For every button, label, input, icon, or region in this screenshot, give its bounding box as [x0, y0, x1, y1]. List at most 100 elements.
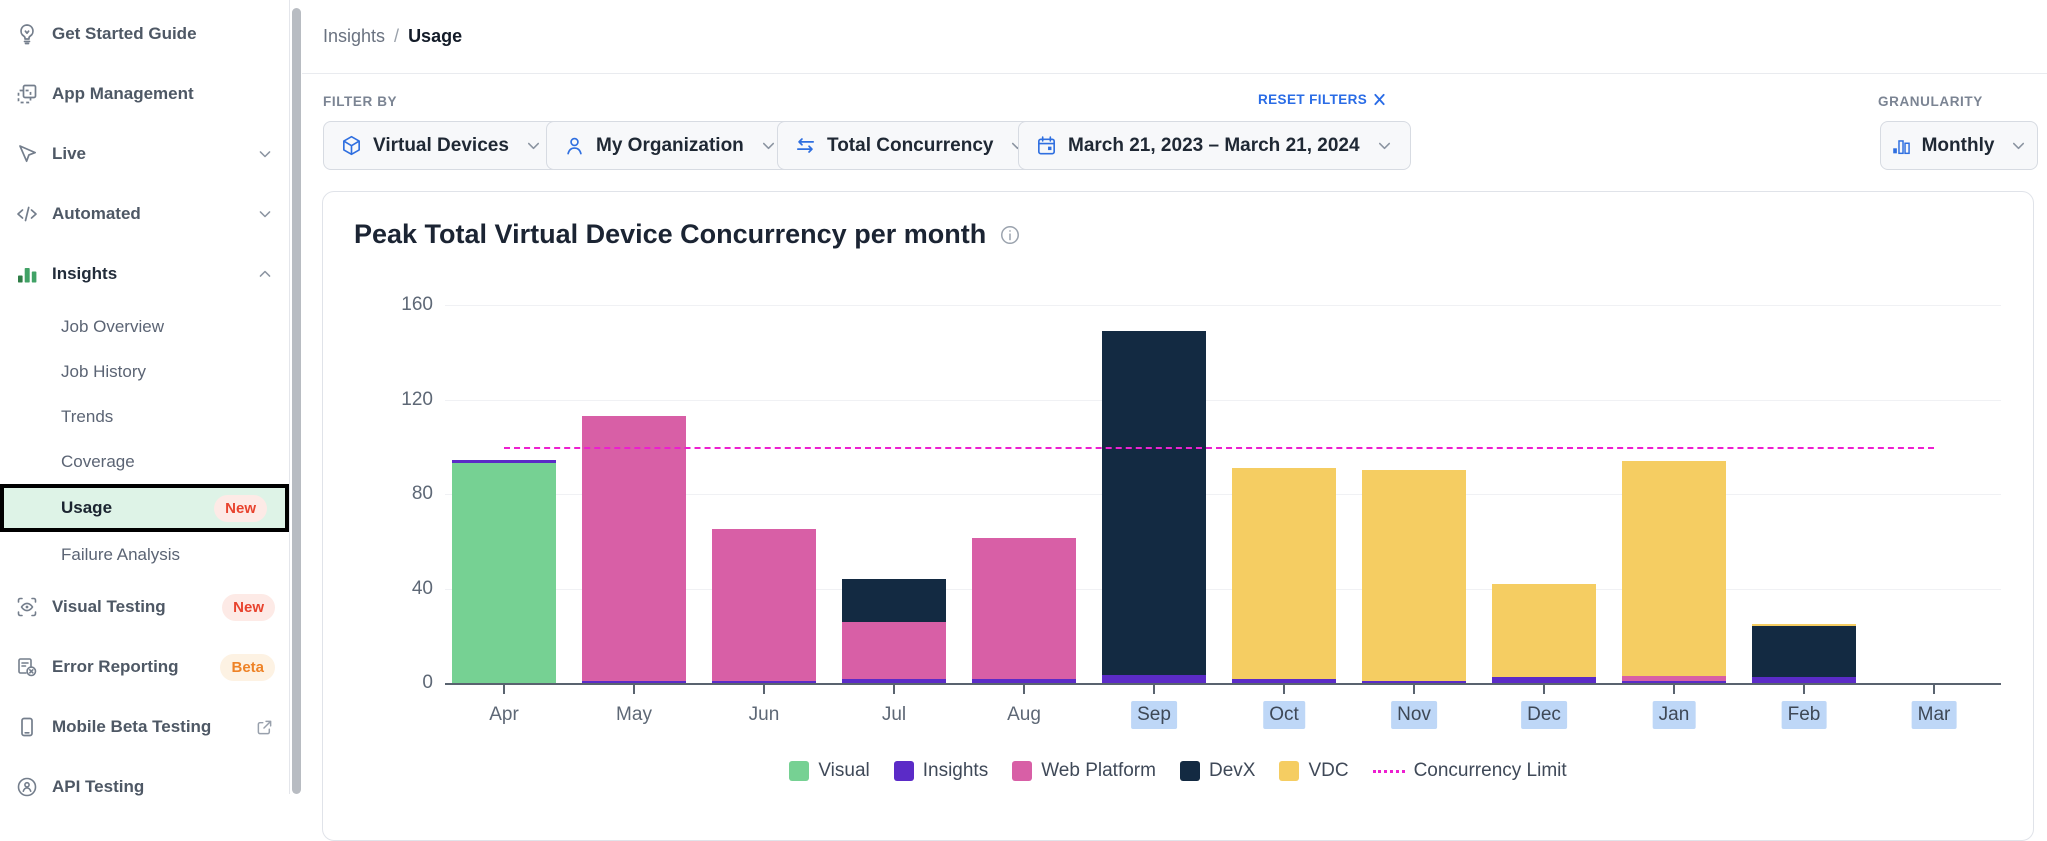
- sidebar-subitem-label: Usage: [61, 498, 112, 518]
- close-icon: [1373, 93, 1386, 106]
- virtual-devices-dropdown[interactable]: Virtual Devices: [323, 121, 560, 170]
- legend-item-concurrency-limit[interactable]: Concurrency Limit: [1373, 760, 1567, 782]
- sidebar-item-live[interactable]: Live: [0, 124, 289, 184]
- sidebar-item-usage[interactable]: Usage New: [0, 484, 289, 532]
- y-axis-tick-label: 160: [353, 293, 433, 317]
- external-link-icon: [254, 717, 275, 738]
- legend-swatch: [1180, 761, 1200, 781]
- bar-segment-web-platform-aug[interactable]: [972, 538, 1076, 680]
- sidebar-item-mobile-beta-testing[interactable]: Mobile Beta Testing: [0, 697, 289, 757]
- sidebar-item-label: App Management: [52, 84, 275, 104]
- x-axis-label-sep: Sep: [1131, 701, 1177, 729]
- x-axis-label-apr: Apr: [483, 701, 525, 729]
- y-axis-tick-label: 120: [353, 388, 433, 412]
- bar-segment-devx-sep[interactable]: [1102, 331, 1206, 675]
- sidebar-item-api-testing[interactable]: API Testing: [0, 757, 289, 817]
- x-axis-tick: [1023, 685, 1025, 694]
- sidebar-item-trends[interactable]: Trends: [0, 394, 289, 439]
- y-axis-tick-label: 40: [353, 577, 433, 601]
- bar-segment-web-platform-may[interactable]: [582, 416, 686, 681]
- bar-segment-web-platform-jul[interactable]: [842, 622, 946, 680]
- bar-segment-vdc-jan[interactable]: [1622, 461, 1726, 676]
- x-axis-tick: [1283, 685, 1285, 694]
- granularity-dropdown[interactable]: Monthly: [1880, 121, 2038, 170]
- phone-icon: [15, 715, 39, 739]
- bar-segment-insights-apr[interactable]: [452, 460, 556, 464]
- beta-badge: Beta: [220, 654, 275, 681]
- legend-item-devx[interactable]: DevX: [1180, 760, 1255, 782]
- x-axis-tick: [503, 685, 505, 694]
- lightbulb-icon: [15, 22, 39, 46]
- x-axis-tick: [1673, 685, 1675, 694]
- sidebar-subitem-label: Job Overview: [61, 317, 164, 337]
- x-axis-label-jan: Jan: [1653, 701, 1696, 729]
- sidebar-item-app-management[interactable]: App Management: [0, 64, 289, 124]
- sidebar-item-label: Visual Testing: [52, 597, 222, 617]
- granularity-bars-icon: [1890, 135, 1912, 157]
- bar-segment-insights-sep[interactable]: [1102, 675, 1206, 683]
- chevron-down-icon[interactable]: [255, 144, 275, 164]
- sidebar-item-error-reporting[interactable]: Error Reporting Beta: [0, 637, 289, 697]
- virtual-devices-label: Virtual Devices: [373, 135, 509, 157]
- chevron-up-icon[interactable]: [255, 264, 275, 284]
- sidebar-item-coverage[interactable]: Coverage: [0, 439, 289, 484]
- my-organization-dropdown[interactable]: My Organization: [546, 121, 795, 170]
- total-concurrency-label: Total Concurrency: [827, 135, 993, 157]
- sidebar-item-automated[interactable]: Automated: [0, 184, 289, 244]
- sidebar-item-visual-testing[interactable]: Visual Testing New: [0, 577, 289, 637]
- x-axis-tick: [893, 685, 895, 694]
- sidebar-item-job-overview[interactable]: Job Overview: [0, 304, 289, 349]
- date-range-label: March 21, 2023 – March 21, 2024: [1068, 135, 1360, 157]
- bar-segment-devx-jul[interactable]: [842, 579, 946, 622]
- legend-label: DevX: [1209, 760, 1255, 782]
- legend-item-visual[interactable]: Visual: [789, 760, 869, 782]
- x-axis-label-nov: Nov: [1391, 701, 1437, 729]
- bar-segment-vdc-dec[interactable]: [1492, 584, 1596, 677]
- sidebar-item-label: API Testing: [52, 777, 275, 797]
- sidebar-item-get-started-guide[interactable]: Get Started Guide: [0, 4, 289, 64]
- x-axis-label-mar: Mar: [1912, 701, 1957, 729]
- chevron-down-icon[interactable]: [255, 204, 275, 224]
- legend-item-web-platform[interactable]: Web Platform: [1012, 760, 1156, 782]
- breadcrumb: Insights / Usage: [302, 0, 2047, 74]
- x-axis-tick: [633, 685, 635, 694]
- chevron-down-icon: [759, 136, 778, 155]
- app-windows-icon: [15, 82, 39, 106]
- sidebar: Get Started Guide App Management Live Au…: [0, 0, 290, 794]
- x-axis-label-jun: Jun: [743, 701, 786, 729]
- x-axis-tick: [1933, 685, 1935, 694]
- legend-item-insights[interactable]: Insights: [894, 760, 988, 782]
- sidebar-item-label: Get Started Guide: [52, 24, 275, 44]
- bar-segment-vdc-nov[interactable]: [1362, 470, 1466, 680]
- sidebar-item-job-history[interactable]: Job History: [0, 349, 289, 394]
- bar-segment-visual-apr[interactable]: [452, 463, 556, 683]
- x-axis-tick: [1803, 685, 1805, 694]
- breadcrumb-section[interactable]: Insights: [323, 26, 385, 47]
- reset-filters-label: RESET FILTERS: [1258, 92, 1367, 107]
- chevron-down-icon: [2009, 136, 2028, 155]
- bar-segment-devx-feb[interactable]: [1752, 626, 1856, 677]
- sidebar-item-insights[interactable]: Insights: [0, 244, 289, 304]
- x-axis-label-jul: Jul: [876, 701, 912, 729]
- legend-label: Visual: [818, 760, 869, 782]
- date-range-dropdown[interactable]: March 21, 2023 – March 21, 2024: [1018, 121, 1411, 170]
- bar-segment-web-platform-jan[interactable]: [1622, 676, 1726, 681]
- legend-label: Web Platform: [1041, 760, 1156, 782]
- bar-segment-vdc-oct[interactable]: [1232, 468, 1336, 679]
- info-icon[interactable]: [999, 224, 1021, 246]
- legend-item-vdc[interactable]: VDC: [1279, 760, 1348, 782]
- sidebar-item-failure-analysis[interactable]: Failure Analysis: [0, 532, 289, 577]
- bar-segment-web-platform-jun[interactable]: [712, 529, 816, 680]
- error-report-icon: [15, 655, 39, 679]
- bar-segment-vdc-feb[interactable]: [1752, 624, 1856, 626]
- new-badge: New: [214, 495, 267, 522]
- sidebar-subitem-label: Trends: [61, 407, 113, 427]
- legend-dashed-line-swatch: [1373, 770, 1405, 773]
- gridline: [445, 400, 2001, 401]
- chart-title-row: Peak Total Virtual Device Concurrency pe…: [354, 219, 1021, 250]
- sidebar-scrollbar[interactable]: [292, 8, 301, 794]
- sidebar-item-label: Insights: [52, 264, 255, 284]
- total-concurrency-dropdown[interactable]: Total Concurrency: [777, 121, 1044, 170]
- api-person-icon: [15, 775, 39, 799]
- reset-filters-button[interactable]: RESET FILTERS: [1258, 92, 1386, 107]
